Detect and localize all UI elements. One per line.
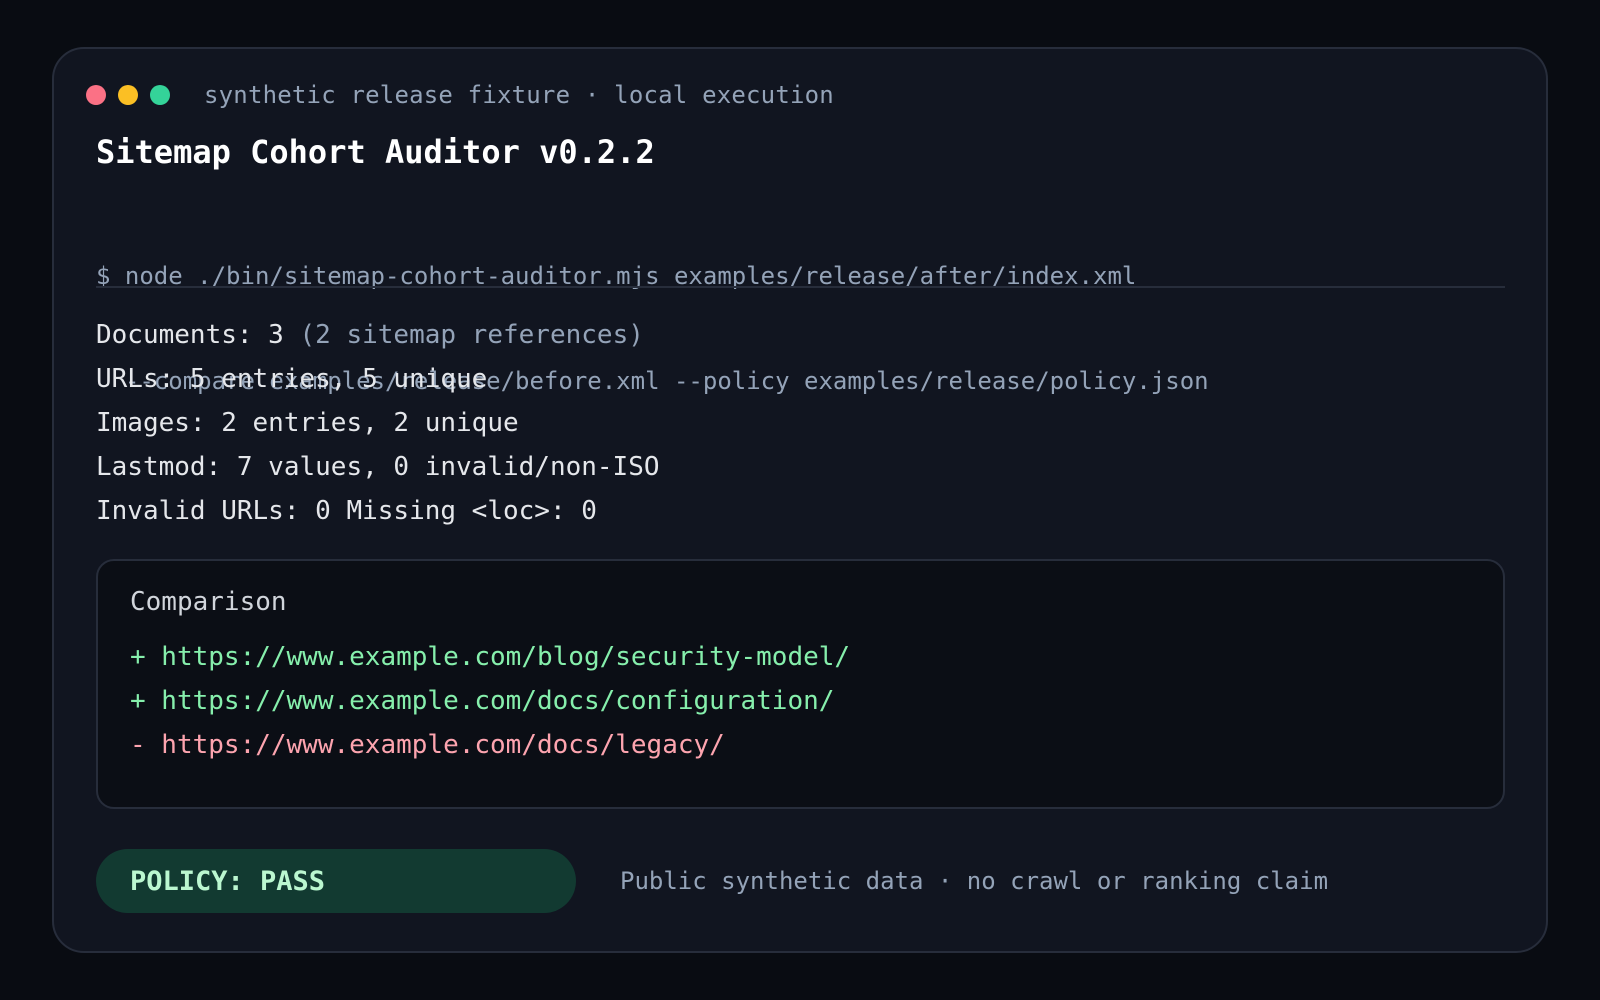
minimize-window-dot[interactable] [118,85,138,105]
documents-stat: Documents: 3 (2 sitemap references) [96,313,660,357]
divider [96,286,1505,288]
footer: POLICY: PASS Public synthetic data · no … [96,849,1328,913]
maximize-window-dot[interactable] [150,85,170,105]
urls-stat: URLs: 5 entries, 5 unique [96,364,488,394]
invalid-urls-stat: Invalid URLs: 0 Missing <loc>: 0 [96,496,597,526]
added-url-line: + https://www.example.com/docs/configura… [130,686,835,716]
window-subtitle: synthetic release fixture · local execut… [204,81,834,109]
comparison-panel: Comparison + https://www.example.com/blo… [96,559,1505,809]
window-titlebar: synthetic release fixture · local execut… [86,77,834,113]
removed-url-line: - https://www.example.com/docs/legacy/ [130,730,725,760]
comparison-heading: Comparison [130,587,287,617]
lastmod-stat: Lastmod: 7 values, 0 invalid/non-ISO [96,452,660,482]
documents-count: Documents: 3 [96,320,284,350]
page-title: Sitemap Cohort Auditor v0.2.2 [96,133,655,171]
summary-stats: Documents: 3 (2 sitemap references) URLs… [96,313,660,533]
policy-status-badge: POLICY: PASS [96,849,576,913]
close-window-dot[interactable] [86,85,106,105]
documents-note: (2 sitemap references) [299,320,644,350]
footer-note: Public synthetic data · no crawl or rank… [620,867,1329,895]
command-line: $ node ./bin/sitemap-cohort-auditor.mjs … [96,262,1137,290]
added-url-line: + https://www.example.com/blog/security-… [130,642,851,672]
terminal-window: synthetic release fixture · local execut… [52,47,1548,953]
images-stat: Images: 2 entries, 2 unique [96,408,519,438]
comparison-list: + https://www.example.com/blog/security-… [130,635,850,767]
screen: synthetic release fixture · local execut… [0,0,1600,1000]
